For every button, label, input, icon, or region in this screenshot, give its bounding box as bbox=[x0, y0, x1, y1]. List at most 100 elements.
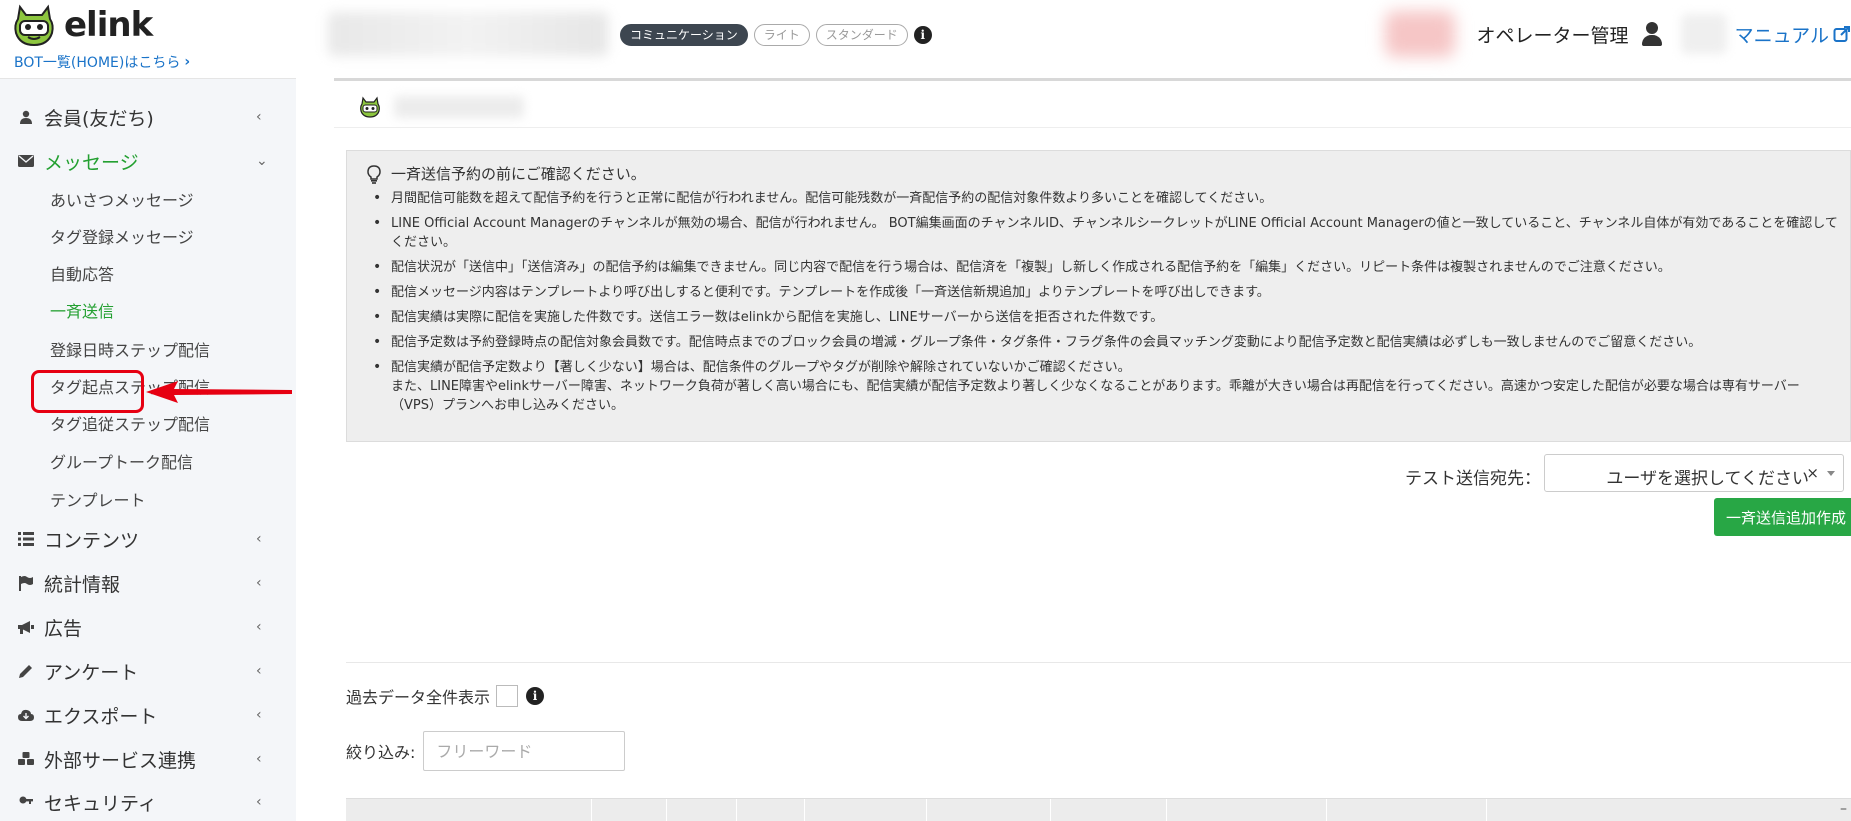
account-avatar-redacted bbox=[1384, 11, 1455, 57]
table-col-divider bbox=[1050, 799, 1051, 821]
notice-heading: 一斉送信予約の前にご確認ください。 bbox=[365, 163, 646, 184]
past-data-row: 過去データ全件表示 i bbox=[346, 684, 545, 708]
top-rule bbox=[334, 78, 1851, 81]
bot-title-redacted bbox=[394, 96, 524, 118]
notice-item: 配信実績は実際に配信を実施した件数です。送信エラー数はelinkから配信を実施し… bbox=[373, 308, 1841, 327]
submenu-template[interactable]: テンプレート bbox=[50, 489, 146, 513]
table-col-divider bbox=[666, 799, 667, 821]
sidebar-item-survey[interactable]: アンケート ‹ bbox=[0, 651, 296, 691]
past-data-info-icon[interactable]: i bbox=[526, 687, 545, 705]
sidebar-item-label: 外部サービス連携 bbox=[44, 749, 197, 772]
mascot-logo-icon bbox=[14, 4, 54, 47]
past-data-label: 過去データ全件表示 bbox=[346, 688, 491, 707]
test-send-row: テスト送信宛先： ユーザを選択してください × bbox=[296, 454, 1851, 496]
bot-name-redacted bbox=[328, 12, 608, 56]
main-content: 一斉送信予約の前にご確認ください。 月間配信可能数を超えて配信予約を行うと正常に… bbox=[296, 78, 1851, 821]
chevron-left-icon: ‹ bbox=[256, 751, 262, 767]
add-broadcast-button[interactable]: 一斉送信追加作成 bbox=[1714, 498, 1851, 536]
submenu-tag-register-message[interactable]: タグ登録メッセージ bbox=[50, 226, 194, 250]
sidebar-item-members[interactable]: 会員(友だち) ‹ bbox=[0, 97, 296, 137]
clear-icon[interactable]: × bbox=[1806, 464, 1819, 482]
sidebar-item-contents[interactable]: コンテンツ ‹ bbox=[0, 519, 296, 559]
chevron-left-icon: ‹ bbox=[256, 619, 262, 635]
notice-item: 配信予定数は予約登録時点の配信対象会員数です。配信時点までのブロック会員の増減・… bbox=[373, 333, 1841, 352]
table-scroll-marker: – bbox=[1840, 801, 1847, 817]
plan-info-icon[interactable]: i bbox=[913, 26, 932, 44]
sidebar-item-security[interactable]: セキュリティ ‹ bbox=[0, 782, 296, 821]
table-col-divider bbox=[1166, 799, 1167, 821]
table-col-divider bbox=[736, 799, 737, 821]
bot-mascot-icon bbox=[360, 96, 380, 118]
broadcast-notice-panel: 一斉送信予約の前にご確認ください。 月間配信可能数を超えて配信予約を行うと正常に… bbox=[346, 150, 1851, 442]
sidebar-item-ads[interactable]: 広告 ‹ bbox=[0, 607, 296, 647]
cubes-icon bbox=[16, 750, 36, 768]
red-arrow-icon bbox=[146, 381, 292, 403]
elink-logo[interactable]: elink bbox=[10, 2, 153, 48]
home-link[interactable]: BOT一覧(HOME)はこちら › bbox=[14, 52, 190, 72]
past-data-checkbox[interactable] bbox=[496, 685, 519, 707]
table-col-divider bbox=[1486, 799, 1487, 821]
user-icon bbox=[16, 108, 36, 126]
sidebar-item-label: エクスポート bbox=[44, 705, 158, 728]
chevron-left-icon: ‹ bbox=[256, 794, 262, 810]
user-icon bbox=[1641, 21, 1663, 47]
sidebar-item-label: セキュリティ bbox=[44, 792, 157, 815]
envelope-icon bbox=[16, 152, 36, 170]
flag-icon bbox=[16, 574, 36, 592]
test-send-label: テスト送信宛先： bbox=[1405, 469, 1541, 489]
select-placeholder: ユーザを選択してください bbox=[1606, 469, 1809, 489]
plan-badges: コミュニケーション ライト スタンダード i bbox=[620, 24, 932, 46]
notice-item: 配信実績が配信予定数より【著しく少ない】場合は、配信条件のグループやタグが削除や… bbox=[373, 358, 1841, 415]
sidebar: 会員(友だち) ‹ メッセージ ⌄ あいさつメッセージ タグ登録メッセージ 自動… bbox=[0, 78, 296, 821]
section-divider bbox=[346, 662, 1851, 663]
sidebar-item-label: アンケート bbox=[44, 661, 139, 684]
manual-link[interactable]: マニュアル bbox=[1735, 21, 1851, 48]
notice-list: 月間配信可能数を超えて配信予約を行うと正常に配信が行われません。配信可能残数が一… bbox=[373, 189, 1841, 421]
chevron-down-icon: ⌄ bbox=[256, 153, 268, 169]
filter-input[interactable] bbox=[423, 731, 626, 771]
logo-text: elink bbox=[64, 5, 153, 45]
broadcast-table-header: – bbox=[346, 798, 1851, 821]
notice-title: 一斉送信予約の前にご確認ください。 bbox=[391, 165, 646, 183]
sidebar-item-statistics[interactable]: 統計情報 ‹ bbox=[0, 563, 296, 603]
highlight-annotation-box bbox=[31, 370, 144, 413]
notice-item: 月間配信可能数を超えて配信予約を行うと正常に配信が行われません。配信可能残数が一… bbox=[373, 189, 1841, 208]
submenu-date-step[interactable]: 登録日時ステップ配信 bbox=[50, 339, 210, 363]
key-icon bbox=[16, 793, 36, 811]
plan-badge-light: ライト bbox=[753, 24, 810, 46]
submenu-tag-follow-step[interactable]: タグ追従ステップ配信 bbox=[50, 413, 210, 437]
table-col-divider bbox=[926, 799, 927, 821]
pencil-icon bbox=[16, 662, 36, 680]
chevron-left-icon: ‹ bbox=[256, 663, 262, 679]
manual-link-label: マニュアル bbox=[1734, 24, 1829, 47]
sidebar-item-label: 会員(友だち) bbox=[44, 107, 154, 130]
lightbulb-icon bbox=[367, 164, 381, 184]
sidebar-item-label: 統計情報 bbox=[44, 573, 121, 596]
notice-item: 配信メッセージ内容はテンプレートより呼び出しすると便利です。テンプレートを作成後… bbox=[373, 283, 1841, 302]
sidebar-item-export[interactable]: エクスポート ‹ bbox=[0, 695, 296, 735]
chevron-left-icon: ‹ bbox=[256, 707, 262, 723]
header-right: オペレーター管理 マニュアル bbox=[1384, 8, 1851, 60]
megaphone-icon bbox=[16, 618, 36, 636]
list-icon bbox=[16, 530, 36, 548]
table-col-divider bbox=[804, 799, 805, 821]
submenu-auto-reply[interactable]: 自動応答 bbox=[50, 263, 114, 287]
plan-badge-communication: コミュニケーション bbox=[620, 24, 748, 46]
notice-item: LINE Official Account Managerのチャンネルが無効の場… bbox=[373, 214, 1841, 252]
sidebar-item-external-services[interactable]: 外部サービス連携 ‹ bbox=[0, 739, 296, 779]
external-link-icon bbox=[1833, 26, 1850, 42]
sidebar-item-label: コンテンツ bbox=[44, 529, 140, 552]
caret-down-icon bbox=[1827, 471, 1835, 476]
chevron-left-icon: ‹ bbox=[256, 531, 262, 547]
table-col-divider bbox=[1326, 799, 1327, 821]
filter-label: 絞り込み: bbox=[346, 743, 416, 762]
test-send-user-select[interactable]: ユーザを選択してください × bbox=[1544, 454, 1844, 492]
sidebar-item-message[interactable]: メッセージ ⌄ bbox=[0, 141, 296, 181]
submenu-group-talk[interactable]: グループトーク配信 bbox=[50, 451, 193, 475]
notice-item: 配信状況が「送信中」「送信済み」の配信予約は編集できません。同じ内容で配信を行う… bbox=[373, 258, 1841, 277]
submenu-broadcast[interactable]: 一斉送信 bbox=[50, 300, 114, 324]
chevron-left-icon: ‹ bbox=[256, 575, 262, 591]
operator-management-link[interactable]: オペレーター管理 bbox=[1477, 21, 1629, 48]
submenu-greeting-message[interactable]: あいさつメッセージ bbox=[50, 189, 194, 213]
user-name-redacted bbox=[1680, 14, 1727, 54]
